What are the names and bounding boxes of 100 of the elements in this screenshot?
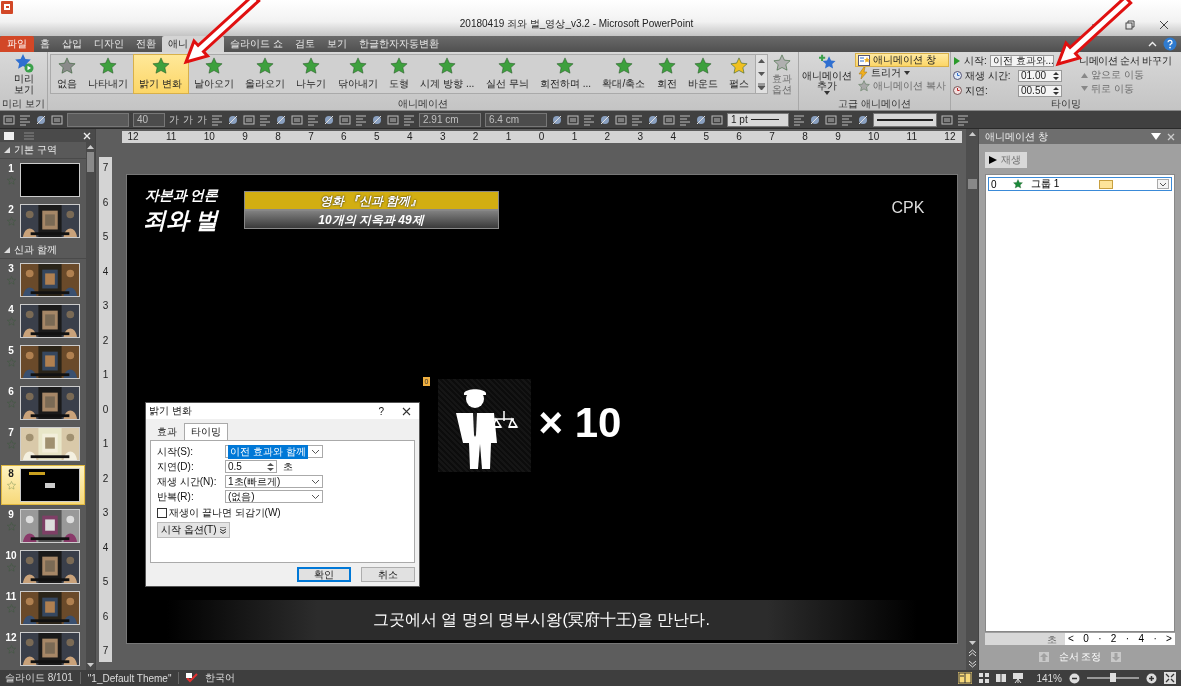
slider-thumb[interactable] bbox=[1110, 673, 1116, 682]
font-button[interactable]: 가 bbox=[197, 112, 207, 127]
tool-icon[interactable] bbox=[857, 113, 869, 126]
dropdown-field[interactable]: 1초(빠르게) bbox=[225, 475, 323, 488]
fit-window-icon[interactable] bbox=[1164, 672, 1176, 684]
slide-thumbnail-item[interactable]: 1 bbox=[1, 160, 85, 200]
font-field[interactable] bbox=[67, 112, 129, 127]
trigger-button[interactable]: 트리거 bbox=[856, 67, 948, 79]
delay-spinner[interactable]: 00.50 bbox=[1018, 84, 1062, 97]
ribbon-tab[interactable]: 검토 bbox=[288, 36, 321, 52]
slide-thumbnail-item[interactable]: 7 bbox=[1, 424, 85, 464]
font-button[interactable]: 가 bbox=[183, 112, 193, 127]
next-slide-icon[interactable] bbox=[968, 660, 976, 668]
tool-icon[interactable] bbox=[275, 113, 287, 126]
scroll-down-icon[interactable] bbox=[968, 641, 976, 646]
position-field[interactable]: 6.4 cm bbox=[485, 112, 547, 127]
animation-effect[interactable]: 없음 bbox=[51, 55, 83, 93]
animation-effect[interactable]: 확대/축소 bbox=[596, 55, 651, 93]
triggers-button[interactable]: 시작 옵션(T) bbox=[157, 522, 230, 538]
scroll-up-icon[interactable] bbox=[757, 57, 766, 65]
tool-icon[interactable] bbox=[551, 113, 563, 126]
slide-thumbnail-item[interactable]: 8 bbox=[1, 465, 85, 505]
close-icon[interactable] bbox=[402, 406, 411, 416]
expand-triangle-icon[interactable] bbox=[4, 247, 10, 253]
slide-thumbnail-item[interactable]: 2 bbox=[1, 201, 85, 241]
zoom-out-icon[interactable] bbox=[1069, 672, 1080, 684]
animation-effect[interactable]: 바운드 bbox=[682, 55, 724, 93]
slide-thumbnail-item[interactable]: 6 bbox=[1, 383, 85, 423]
tool-icon[interactable] bbox=[615, 113, 627, 126]
more-icon[interactable] bbox=[757, 83, 766, 91]
zoom-percent[interactable]: 141% bbox=[1036, 672, 1062, 684]
tool-icon[interactable] bbox=[809, 113, 821, 126]
tool-icon[interactable] bbox=[3, 113, 15, 126]
slide-thumbnail-item[interactable]: 10 bbox=[1, 547, 85, 587]
spellcheck-icon[interactable] bbox=[186, 673, 199, 683]
file-tab[interactable]: 파일 bbox=[0, 36, 34, 52]
line-style-field[interactable] bbox=[873, 112, 937, 127]
animation-effect[interactable]: 올라오기 bbox=[239, 55, 291, 93]
scrollbar-thumb[interactable] bbox=[967, 179, 977, 189]
dropdown-field[interactable]: 이전 효과와 함께 bbox=[225, 445, 323, 458]
slide-thumbnail-item[interactable]: 9 bbox=[1, 506, 85, 546]
animation-effect[interactable]: 시계 방향 ... bbox=[414, 55, 481, 93]
tool-icon[interactable] bbox=[339, 113, 351, 126]
animation-effect[interactable]: 회전하며 ... bbox=[534, 55, 597, 93]
tool-icon[interactable] bbox=[825, 113, 837, 126]
start-dropdown[interactable]: 이전 효과와... bbox=[989, 54, 1054, 67]
tool-icon[interactable] bbox=[291, 113, 303, 126]
dialog-button[interactable]: 취소 bbox=[361, 567, 415, 582]
animation-effect[interactable]: 도형 bbox=[383, 55, 415, 93]
tool-icon[interactable] bbox=[243, 113, 255, 126]
animation-effect[interactable]: 밝기 변화 bbox=[133, 55, 188, 93]
slide-thumbnail-item[interactable]: 12 bbox=[1, 629, 85, 669]
position-field[interactable]: 2.91 cm bbox=[419, 112, 481, 127]
ribbon-tab[interactable]: 디자인 bbox=[88, 36, 130, 52]
ribbon-tab[interactable]: 한글한자자동변환 bbox=[352, 36, 445, 52]
tool-icon[interactable] bbox=[647, 113, 659, 126]
normal-view-icon[interactable] bbox=[958, 672, 973, 684]
previous-slide-icon[interactable] bbox=[968, 649, 976, 657]
dropdown-arrow-icon[interactable] bbox=[1157, 179, 1169, 189]
help-button[interactable]: ? bbox=[378, 405, 384, 417]
ribbon-tab[interactable]: 삽입 bbox=[56, 36, 88, 52]
slide-thumbnail-item[interactable]: 11 bbox=[1, 588, 85, 628]
preview-button[interactable]: 미리 보기 bbox=[0, 53, 47, 95]
ribbon-tab[interactable]: 보기 bbox=[320, 36, 353, 52]
animation-effect[interactable]: 닦아내기 bbox=[332, 55, 384, 93]
tool-icon[interactable] bbox=[711, 113, 723, 126]
ribbon-tab[interactable]: 전환 bbox=[130, 36, 162, 52]
animation-effect[interactable]: 실선 무늬 bbox=[480, 55, 535, 93]
ribbon-tab[interactable]: 슬라이드 쇼 bbox=[224, 36, 289, 52]
animation-effect[interactable]: 펄스 bbox=[723, 55, 755, 93]
scroll-up-icon[interactable] bbox=[87, 144, 94, 149]
tool-icon[interactable] bbox=[51, 113, 63, 126]
font-size-field[interactable]: 40 bbox=[133, 112, 165, 127]
dropdown-field[interactable]: (없음) bbox=[225, 490, 323, 503]
restore-icon[interactable] bbox=[1125, 20, 1135, 30]
slides-tab-icon[interactable] bbox=[4, 131, 14, 140]
spinner-field[interactable]: 0.5 bbox=[225, 460, 277, 473]
duration-spinner[interactable]: 01.00 bbox=[1018, 69, 1062, 82]
font-button[interactable]: 가 bbox=[169, 112, 179, 127]
animation-effect[interactable]: 나누기 bbox=[290, 55, 333, 93]
animation-pane-button[interactable]: 애니메이션 창 bbox=[856, 54, 948, 66]
slide-thumbnail-item[interactable]: 3 bbox=[1, 260, 85, 300]
slideshow-icon[interactable] bbox=[1013, 673, 1024, 683]
seconds-dropdown[interactable]: 초 bbox=[985, 633, 1065, 645]
expand-triangle-icon[interactable] bbox=[4, 147, 10, 153]
tool-icon[interactable] bbox=[323, 113, 335, 126]
slide-thumbnail-item[interactable]: 4 bbox=[1, 301, 85, 341]
dropdown-triangle-icon[interactable] bbox=[1151, 133, 1161, 140]
animation-effect[interactable]: 나타내기 bbox=[82, 55, 134, 93]
tool-icon[interactable] bbox=[371, 113, 383, 126]
tool-icon[interactable] bbox=[567, 113, 579, 126]
tool-icon[interactable] bbox=[35, 113, 47, 126]
tool-icon[interactable] bbox=[941, 113, 953, 126]
zoom-in-icon[interactable] bbox=[1146, 672, 1157, 684]
collapse-ribbon-icon[interactable] bbox=[1148, 39, 1157, 49]
checkbox[interactable] bbox=[157, 508, 167, 518]
dialog-tab[interactable]: 효과 bbox=[150, 423, 184, 440]
animation-effect[interactable]: 날아오기 bbox=[187, 55, 240, 93]
tool-icon[interactable] bbox=[387, 113, 399, 126]
animation-effect[interactable]: 회전 bbox=[650, 55, 683, 93]
